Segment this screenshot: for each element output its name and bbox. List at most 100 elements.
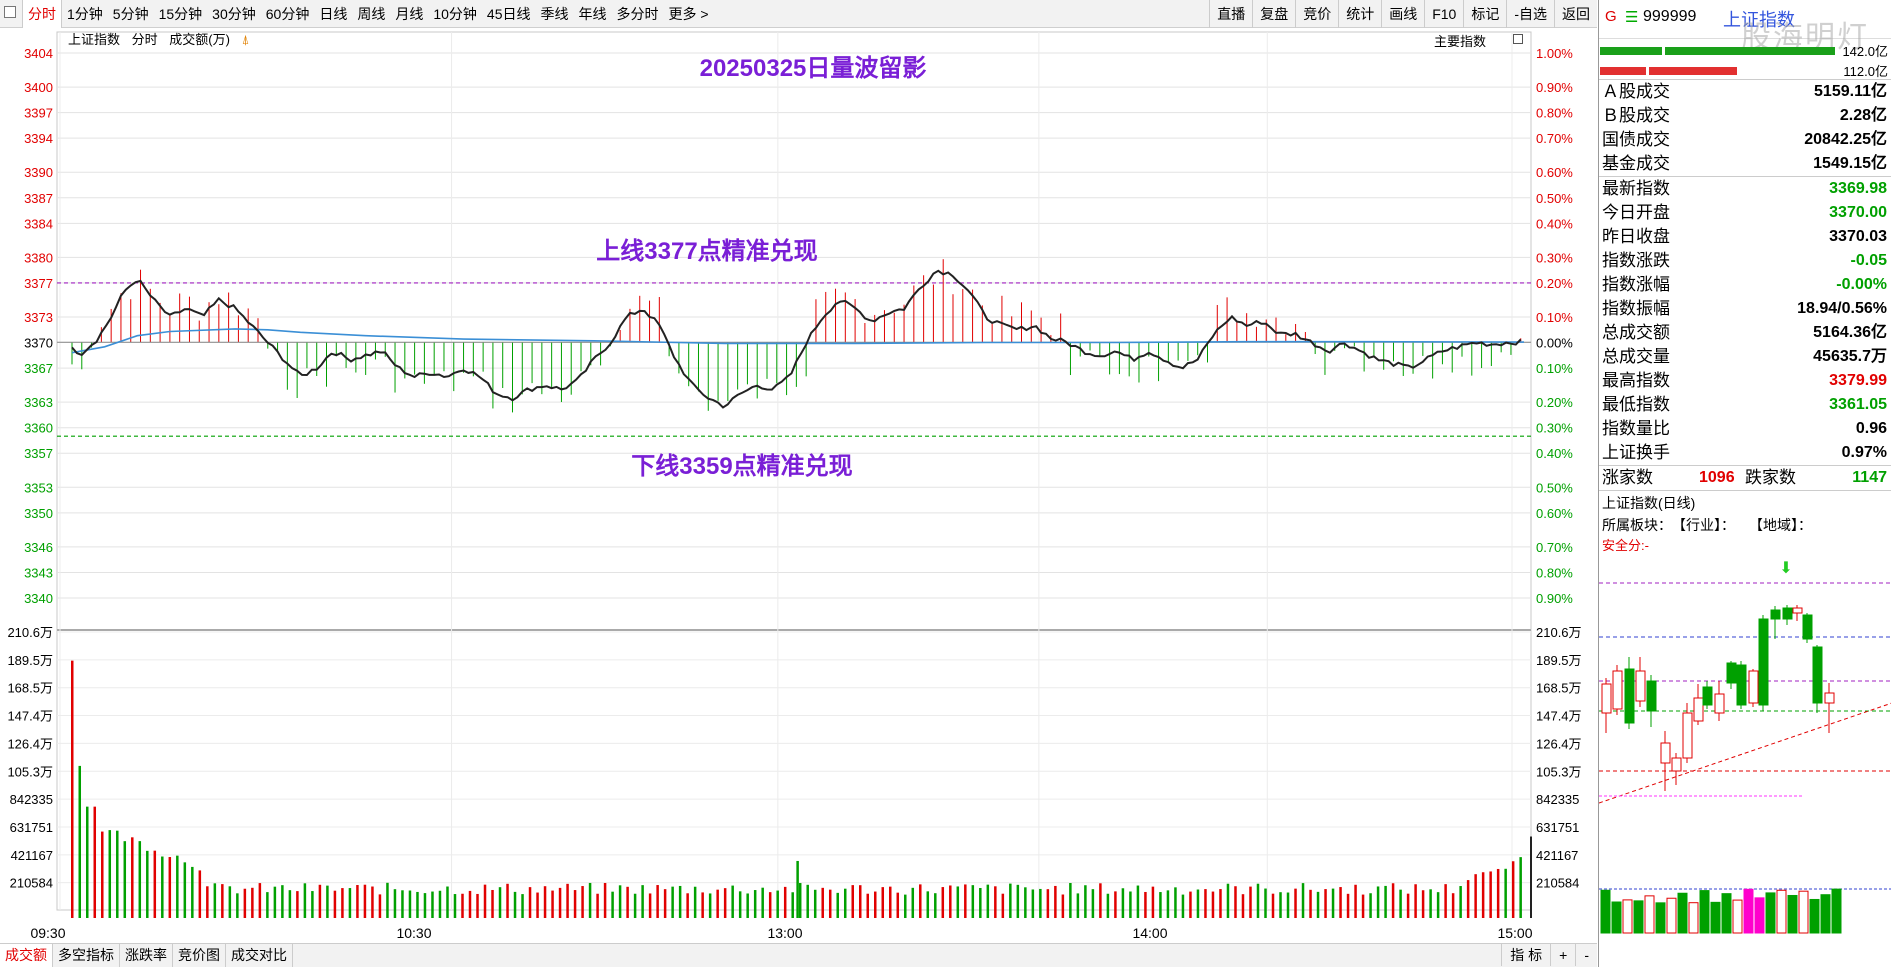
volume-bar [1189, 891, 1192, 918]
quote-label: 今日开盘 [1602, 203, 1670, 222]
volume-bar [318, 884, 322, 918]
price-tick: 3387 [24, 191, 53, 206]
outflow-bar-2 [1649, 67, 1737, 75]
quote-value: -0.00% [1836, 276, 1887, 293]
volume-bar [791, 892, 794, 918]
volume-bar [798, 883, 802, 918]
volume-bar [618, 885, 622, 918]
price-tick: 3346 [24, 540, 53, 555]
menu-icon[interactable]: ☰ [1625, 8, 1638, 26]
volume-bar [221, 884, 224, 918]
volume-bar [408, 890, 412, 918]
quote-row: 最新指数 3369.98 [1599, 177, 1891, 201]
volume-bar [986, 884, 990, 918]
kline-volume-bar [1688, 902, 1699, 934]
volume-bar [498, 887, 502, 918]
daily-kline-svg: ⬇ [1599, 560, 1891, 934]
kline-volume-bar [1787, 894, 1798, 934]
kline-volume-bar [1765, 892, 1776, 934]
volume-bar [378, 894, 382, 918]
toggle-panel-icon[interactable] [1513, 34, 1523, 44]
volume-bar [1151, 886, 1155, 918]
indicator-tab[interactable]: 多空指标 [53, 944, 120, 967]
decliners-value: 1147 [1852, 469, 1887, 486]
volume-bar [1369, 893, 1372, 918]
kline-candle [1646, 680, 1657, 712]
indicator-tab[interactable]: 涨跌率 [120, 944, 173, 967]
kline-candle [1693, 697, 1704, 722]
volume-bar [1466, 880, 1470, 918]
kline-candle [1758, 618, 1769, 706]
volume-bar [971, 885, 975, 918]
flow-bar-value-1: 142.0亿 [1842, 44, 1888, 59]
quote-label: 上证换手 [1602, 443, 1670, 462]
volume-bar [813, 889, 817, 918]
volume-bar [919, 884, 922, 918]
indicator-tabs: 成交额 多空指标 涨跌率 竞价图 成交对比 指 标 + - [0, 943, 1597, 967]
volume-tick: 147.4万 [7, 709, 53, 724]
indicator-tab[interactable]: 成交对比 [226, 944, 293, 967]
main-index-label[interactable]: 主要指数 [1434, 31, 1486, 50]
pct-tick: 0.60% [1536, 506, 1573, 521]
indicator-tab[interactable]: 成交额 [0, 944, 53, 967]
indicator-control[interactable]: 指 标 [1501, 944, 1550, 966]
volume-bar [979, 887, 982, 918]
volume-bar [1024, 887, 1027, 918]
price-tick: 3404 [24, 46, 53, 61]
indicator-control[interactable]: + [1550, 944, 1575, 966]
kline-volume-bar [1732, 899, 1743, 934]
quote-label: 国债成交 [1602, 130, 1670, 149]
volume-bar [1519, 857, 1522, 918]
breadth-sticks [71, 259, 1522, 413]
quote-row: 指数量比 0.96 [1599, 417, 1891, 441]
volume-bar [806, 884, 809, 918]
quote-value: 3369.98 [1829, 180, 1887, 197]
volume-bar [243, 888, 247, 918]
indicator-tab[interactable]: 竞价图 [173, 944, 226, 967]
quote-value: 18.94/0.56% [1797, 300, 1887, 317]
kline-trend-line [1599, 702, 1891, 804]
volume-bar [1354, 884, 1357, 918]
pct-tick: 0.80% [1536, 565, 1573, 580]
volume-bar [348, 888, 352, 918]
kline-candle [1770, 609, 1781, 620]
inflow-bar-1 [1600, 47, 1662, 55]
kline-volume-bar [1743, 888, 1754, 934]
kline-volume-bar [1611, 901, 1622, 934]
intraday-chart: 3404 1.00% 3400 0.90% 3397 0.80% 3394 0.70% 3390… [7, 31, 1582, 941]
volume-bar [1481, 872, 1485, 918]
volume-tick-right: 105.3万 [1536, 764, 1582, 779]
upper-note: 上线3377点精准兑现 [596, 237, 817, 265]
volume-bar [731, 885, 734, 918]
volume-bar [108, 830, 112, 918]
kline-volume-bar [1600, 889, 1611, 934]
volume-bar [453, 894, 457, 918]
volume-bar [1181, 894, 1185, 918]
quote-value: 5159.11亿 [1814, 83, 1887, 100]
volume-bar [1054, 885, 1057, 918]
kline-volume-bar [1666, 897, 1677, 934]
volume-bar [1279, 892, 1282, 918]
volume-bar [386, 882, 389, 918]
indicator-control[interactable]: - [1575, 944, 1597, 966]
quote-label: 总成交量 [1602, 347, 1670, 366]
bell-icon[interactable]: ⍋ [242, 32, 250, 47]
volume-bar [866, 893, 870, 918]
kline-candle [1612, 670, 1623, 710]
volume-bar [761, 887, 764, 918]
volume-bar [333, 890, 337, 918]
buy-signal-arrow: ⬇ [1779, 560, 1792, 577]
volume-bar [1309, 889, 1312, 918]
volume-bar [116, 830, 119, 918]
volume-tick: 421167 [11, 848, 53, 863]
flow-bar-value-2: 112.0亿 [1843, 64, 1888, 79]
pct-tick: 0.10% [1536, 310, 1573, 325]
kline-candle [1726, 662, 1737, 684]
volume-bar [1226, 883, 1230, 918]
quote-label: 指数量比 [1602, 419, 1670, 438]
quote-label: 昨日收盘 [1602, 227, 1670, 246]
volume-tick-right: 210.6万 [1536, 625, 1582, 640]
group-badge[interactable]: G [1605, 8, 1617, 25]
volume-bar [663, 889, 667, 918]
pct-tick: 0.90% [1536, 591, 1573, 606]
